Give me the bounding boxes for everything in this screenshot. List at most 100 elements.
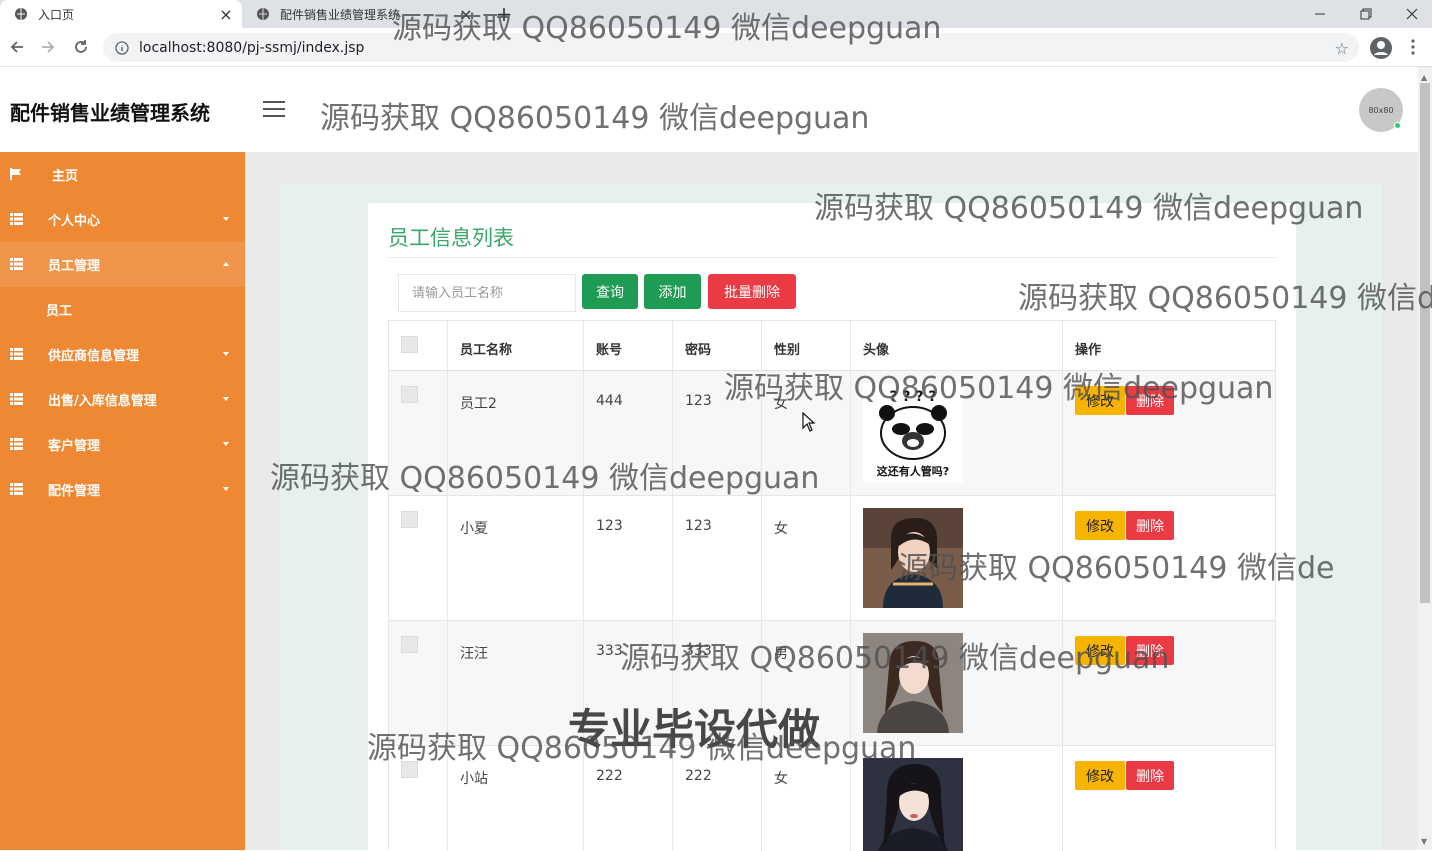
close-icon[interactable]: × — [218, 5, 234, 24]
avatar[interactable]: 80x80 — [1359, 88, 1403, 132]
column-divider — [447, 321, 448, 851]
column-header-name[interactable]: 员工名称 — [460, 339, 512, 358]
sidebar-item-customer-management[interactable]: 客户管理 — [0, 422, 245, 467]
select-all-checkbox[interactable] — [401, 336, 418, 353]
column-header-photo: 头像 — [863, 343, 890, 358]
table-row: 小站 222 222 女 修改 删除 — [389, 746, 1275, 851]
minimize-icon[interactable] — [1297, 0, 1343, 28]
cell-account: 123 — [596, 518, 623, 534]
column-header-account[interactable]: 账号 — [596, 339, 622, 358]
divider — [388, 257, 1276, 258]
browser-tab-strip: 入口页 × 配件销售业绩管理系统 × + — [0, 0, 1432, 28]
cell-gender: 男 — [774, 646, 788, 662]
app-header: 配件销售业绩管理系统 80x80 — [0, 67, 1418, 152]
url-text: localhost:8080/pj-ssmj/index.jsp — [139, 39, 365, 56]
info-icon[interactable] — [115, 40, 129, 55]
sidebar-item-label: 员工管理 — [48, 259, 101, 274]
url-field[interactable]: localhost:8080/pj-ssmj/index.jsp ☆ — [103, 33, 1359, 62]
sidebar-item-label: 主页 — [52, 169, 79, 184]
edit-button[interactable]: 修改 — [1075, 636, 1125, 665]
svg-text:? ? ? ?: ? ? ? ? — [889, 389, 936, 405]
bookmark-star-icon[interactable]: ☆ — [1335, 39, 1349, 58]
delete-button[interactable]: 删除 — [1126, 511, 1174, 540]
cell-account: 333 — [596, 643, 623, 659]
cell-gender: 女 — [774, 396, 788, 412]
browser-tab[interactable]: 配件销售业绩管理系统 × — [242, 0, 482, 28]
scrollbar-thumb[interactable] — [1420, 83, 1430, 603]
chevron-down-icon — [223, 352, 229, 356]
column-divider — [583, 321, 584, 851]
column-divider — [1062, 321, 1063, 851]
sidebar-item-personal-center[interactable]: 个人中心 — [0, 197, 245, 242]
sidebar-item-label: 供应商信息管理 — [48, 349, 140, 364]
mouse-cursor-icon — [802, 411, 816, 432]
avatar-photo-portrait — [863, 758, 963, 851]
address-bar: localhost:8080/pj-ssmj/index.jsp ☆ — [0, 28, 1432, 67]
row-checkbox[interactable] — [401, 511, 418, 528]
column-header-gender[interactable]: 性别 — [774, 339, 800, 358]
avatar-photo-portrait — [863, 508, 963, 608]
cell-gender: 女 — [774, 521, 788, 537]
page-title: 员工信息列表 — [388, 226, 514, 250]
sidebar-item-staff-management[interactable]: 员工管理 — [0, 242, 245, 287]
chevron-down-icon — [223, 217, 229, 221]
edit-button[interactable]: 修改 — [1075, 511, 1125, 540]
avatar-photo-portrait — [863, 633, 963, 733]
new-tab-icon[interactable]: + — [493, 2, 515, 26]
add-button[interactable]: 添加 — [644, 274, 701, 309]
tab-title: 入口页 — [38, 7, 75, 22]
column-divider — [672, 321, 673, 851]
column-divider — [761, 321, 762, 851]
more-vert-icon[interactable] — [1405, 36, 1421, 58]
menu-toggle-icon[interactable] — [263, 101, 285, 117]
reload-icon[interactable] — [70, 36, 92, 58]
chevron-up-icon — [223, 262, 229, 266]
row-checkbox[interactable] — [401, 761, 418, 778]
cell-name: 小站 — [460, 771, 488, 787]
page-scrollbar[interactable]: ▲ ▼ — [1418, 67, 1432, 850]
back-arrow-icon[interactable] — [6, 36, 28, 58]
batch-delete-button[interactable]: 批量删除 — [708, 274, 796, 309]
cell-name: 员工2 — [460, 396, 497, 412]
sidebar-item-home[interactable]: 主页 — [0, 152, 245, 197]
flag-icon — [10, 168, 23, 180]
column-header-password[interactable]: 密码 — [685, 339, 711, 358]
staff-table: 员工名称 账号 密码 性别 头像 操作 员工2 444 123 女 ? ? ? … — [388, 320, 1276, 851]
delete-button[interactable]: 删除 — [1126, 386, 1174, 415]
column-header-actions: 操作 — [1075, 343, 1102, 358]
query-button[interactable]: 查询 — [582, 274, 638, 309]
close-icon[interactable]: × — [458, 5, 474, 24]
scroll-up-icon[interactable]: ▲ — [1421, 73, 1427, 82]
sidebar-item-label: 个人中心 — [48, 214, 101, 229]
edit-button[interactable]: 修改 — [1075, 761, 1125, 790]
grid-icon — [10, 393, 23, 405]
search-input[interactable] — [398, 274, 576, 312]
forward-arrow-icon[interactable] — [37, 36, 59, 58]
sidebar-item-supplier-management[interactable]: 供应商信息管理 — [0, 332, 245, 377]
sidebar-subitem-staff[interactable]: 员工 — [0, 287, 245, 332]
globe-icon — [14, 7, 28, 21]
cell-password: 123 — [685, 393, 712, 409]
online-status-dot — [1394, 122, 1401, 129]
sidebar-item-label: 配件管理 — [48, 484, 101, 499]
globe-icon — [256, 7, 270, 21]
sidebar-item-parts-management[interactable]: 配件管理 — [0, 467, 245, 512]
cell-account: 444 — [596, 393, 623, 409]
grid-icon — [10, 258, 23, 270]
cell-gender: 女 — [774, 771, 788, 787]
cell-password: 333 — [685, 643, 712, 659]
grid-icon — [10, 348, 23, 360]
row-checkbox[interactable] — [401, 636, 418, 653]
browser-tab-active[interactable]: 入口页 × — [0, 0, 242, 28]
delete-button[interactable]: 删除 — [1126, 636, 1174, 665]
sidebar-item-sales-stock[interactable]: 出售/入库信息管理 — [0, 377, 245, 422]
row-checkbox[interactable] — [401, 386, 418, 403]
restore-icon[interactable] — [1343, 0, 1389, 28]
scroll-down-icon[interactable]: ▼ — [1421, 837, 1427, 846]
window-close-icon[interactable] — [1389, 0, 1432, 28]
profile-icon[interactable] — [1369, 36, 1393, 60]
cell-account: 222 — [596, 768, 623, 784]
delete-button[interactable]: 删除 — [1126, 761, 1174, 790]
table-row: 汪汪 333 333 男 修改 删除 — [389, 621, 1275, 746]
edit-button[interactable]: 修改 — [1075, 386, 1125, 415]
